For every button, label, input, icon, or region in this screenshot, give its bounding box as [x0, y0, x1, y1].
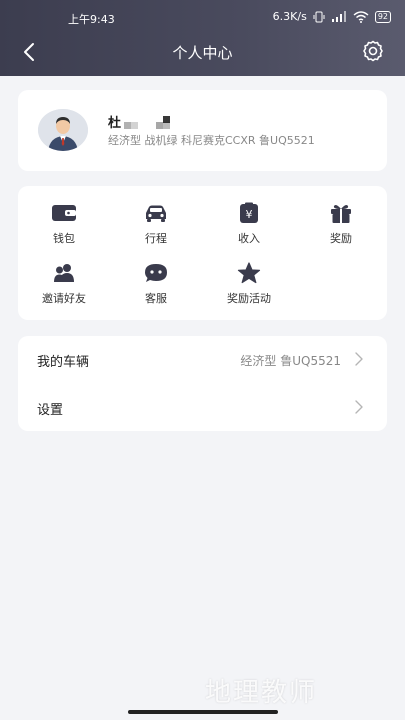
- customer-service-icon: [145, 264, 167, 282]
- car-icon: [146, 205, 166, 222]
- vibrate-icon: [313, 11, 325, 22]
- invite-friends-icon: [54, 264, 74, 282]
- grid-item-customer-service[interactable]: 客服: [116, 262, 196, 306]
- settings-label: 设置: [37, 403, 64, 418]
- vehicle-summary: 经济型 战机绿 科尼赛克CCXR 鲁UQ5521: [108, 134, 315, 147]
- chevron-right-icon: [355, 352, 363, 366]
- grid-label-rewards: 奖励: [330, 232, 352, 245]
- grid-item-reward-activities[interactable]: 奖励活动: [209, 262, 289, 306]
- grid-item-invite-friends[interactable]: 邀请好友: [24, 262, 104, 306]
- avatar: [38, 109, 88, 151]
- status-bar: 上午9:43 6.3K/s 92: [0, 0, 405, 30]
- grid-label-income: 收入: [238, 232, 260, 245]
- profile-card[interactable]: 杜 经济型 战机绿 科尼赛克CCXR 鲁UQ5521: [18, 90, 387, 171]
- status-time: 上午9:43: [68, 13, 115, 26]
- home-indicator[interactable]: [128, 710, 278, 714]
- grid-label-invite-friends: 邀请好友: [42, 292, 86, 305]
- gift-icon: [331, 205, 351, 223]
- svg-text:¥: ¥: [246, 208, 253, 221]
- grid-item-rewards[interactable]: 奖励: [301, 202, 381, 246]
- grid-label-trips: 行程: [145, 232, 167, 245]
- grid-item-trips[interactable]: 行程: [116, 202, 196, 246]
- battery-icon: 92: [374, 10, 391, 23]
- driver-avatar-icon: [38, 109, 88, 151]
- name-mosaic: [120, 116, 180, 130]
- income-icon: ¥: [240, 202, 258, 223]
- grid-item-wallet[interactable]: 钱包: [24, 202, 104, 246]
- settings-list: 我的车辆 经济型 鲁UQ5521 设置: [18, 336, 387, 431]
- chevron-right-icon: [355, 400, 363, 414]
- my-vehicle-label: 我的车辆: [37, 355, 90, 370]
- page-title: 个人中心: [172, 44, 233, 62]
- star-icon: [237, 262, 261, 284]
- navbar: 个人中心: [0, 36, 405, 68]
- gear-icon[interactable]: [361, 39, 385, 63]
- status-indicators: 6.3K/s 92: [273, 10, 391, 23]
- settings-row[interactable]: 设置: [18, 384, 387, 431]
- network-speed: 6.3K/s: [272, 10, 307, 23]
- my-vehicle-row[interactable]: 我的车辆 经济型 鲁UQ5521: [18, 336, 387, 383]
- function-grid: 钱包 行程 ¥ 收入 奖励 邀请好友 客服 奖励活动: [18, 186, 387, 320]
- grid-label-customer-service: 客服: [145, 292, 167, 305]
- watermark: 地理教师: [205, 678, 318, 708]
- grid-label-reward-activities: 奖励活动: [227, 292, 271, 305]
- header: 上午9:43 6.3K/s 92 个人中心: [0, 0, 405, 76]
- signal-icon: [331, 10, 346, 22]
- grid-item-income[interactable]: ¥ 收入: [209, 202, 289, 246]
- wallet-icon: [52, 205, 76, 221]
- my-vehicle-value: 经济型 鲁UQ5521: [240, 354, 341, 368]
- grid-label-wallet: 钱包: [53, 232, 75, 245]
- wifi-icon: [353, 10, 369, 23]
